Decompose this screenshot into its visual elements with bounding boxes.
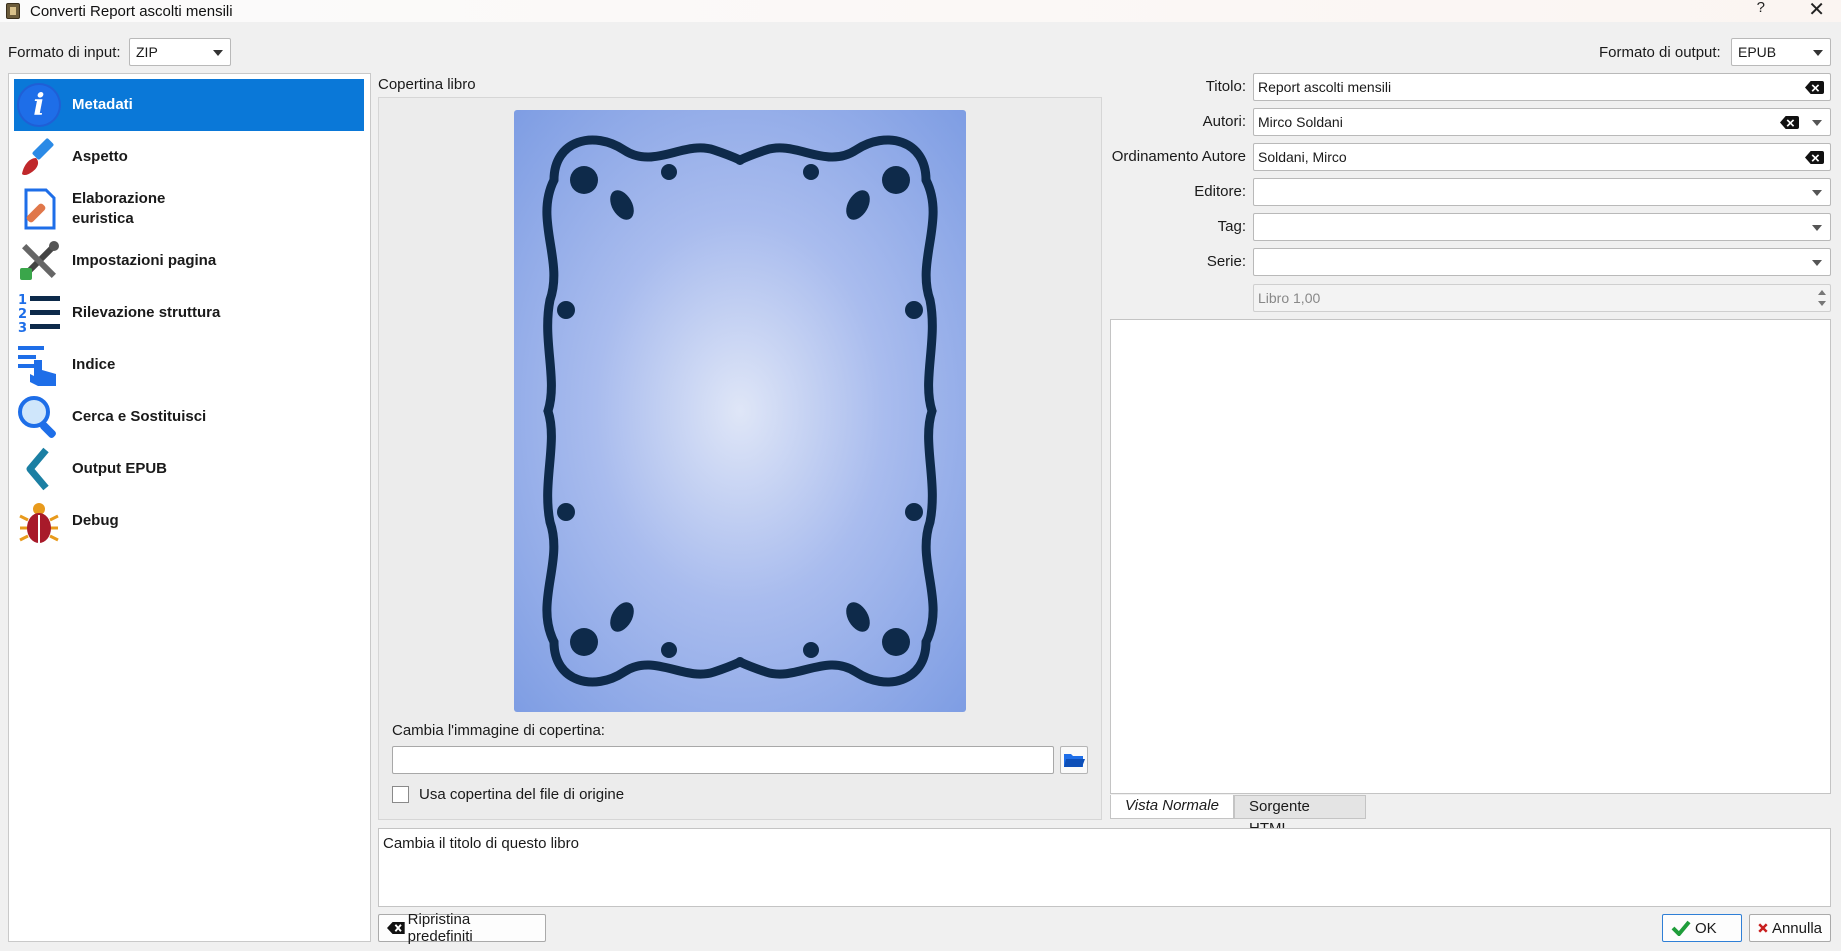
ornamental-frame-icon xyxy=(542,135,938,687)
bug-icon xyxy=(14,496,64,546)
spin-down-icon[interactable] xyxy=(1818,301,1826,306)
close-window-button[interactable]: ✕ xyxy=(1808,0,1825,22)
numbered-list-icon: 123 xyxy=(14,288,64,338)
heuristics-icon xyxy=(14,184,64,234)
sidebar-item-label: Elaborazione euristica xyxy=(72,190,166,227)
sidebar-item-label: Indice xyxy=(72,356,116,373)
cancel-button[interactable]: Annulla xyxy=(1749,914,1831,942)
use-source-cover-row[interactable]: Usa copertina del file di origine xyxy=(392,786,624,803)
tags-label: Tag: xyxy=(1217,218,1246,235)
authors-value: Mirco Soldani xyxy=(1258,114,1343,130)
chevron-down-icon[interactable] xyxy=(1812,190,1822,196)
author-sort-value: Soldani, Mirco xyxy=(1258,149,1347,165)
check-icon xyxy=(1671,920,1691,936)
tags-field[interactable] xyxy=(1253,213,1831,241)
tab-label: Vista Normale xyxy=(1125,797,1219,814)
series-index-value: Libro 1,00 xyxy=(1258,290,1321,306)
clear-authors-icon[interactable] xyxy=(1780,116,1799,129)
series-index-spinbox[interactable]: Libro 1,00 xyxy=(1253,284,1831,312)
svg-text:2: 2 xyxy=(18,307,27,322)
restore-defaults-button[interactable]: Ripristina predefiniti xyxy=(378,911,546,945)
sidebar-item-debug[interactable]: Debug xyxy=(14,495,364,547)
cover-image[interactable] xyxy=(514,110,966,712)
title-value: Report ascolti mensili xyxy=(1258,79,1392,95)
sidebar-item-aspetto[interactable]: Aspetto xyxy=(14,131,364,183)
sidebar: i Metadati Aspetto Elaborazione euristic… xyxy=(8,73,371,942)
sidebar-item-label: Debug xyxy=(72,512,119,529)
restore-defaults-label: Ripristina predefiniti xyxy=(407,911,473,945)
search-icon xyxy=(14,392,64,442)
output-format-value: EPUB xyxy=(1738,44,1777,60)
use-source-cover-label: Usa copertina del file di origine xyxy=(419,786,625,803)
output-format-select[interactable]: EPUB xyxy=(1731,38,1831,66)
publisher-field[interactable] xyxy=(1253,178,1831,206)
sidebar-item-cerca-sostituisci[interactable]: Cerca e Sostituisci xyxy=(14,391,364,443)
clear-icon xyxy=(387,921,405,935)
input-format-label: Formato di input: xyxy=(8,44,121,61)
browse-cover-button[interactable] xyxy=(1060,746,1088,774)
series-field[interactable] xyxy=(1253,248,1831,276)
svg-text:i: i xyxy=(33,88,44,123)
tab-sorgente-html[interactable]: Sorgente HTML xyxy=(1234,795,1366,837)
sidebar-item-output-epub[interactable]: Output EPUB xyxy=(14,443,364,495)
help-message: Cambia il titolo di questo libro xyxy=(378,828,1831,907)
author-sort-field[interactable]: Soldani, Mirco xyxy=(1253,143,1831,171)
info-icon: i xyxy=(14,80,64,130)
help-button[interactable]: ? xyxy=(1757,0,1765,16)
chevron-down-icon[interactable] xyxy=(1812,225,1822,231)
clear-title-icon[interactable] xyxy=(1805,81,1824,94)
cancel-label: Annulla xyxy=(1771,919,1822,937)
author-sort-label: Ordinamento Autore xyxy=(1111,148,1246,165)
sidebar-item-label: Impostazioni pagina xyxy=(72,252,217,269)
chevron-down-icon[interactable] xyxy=(1812,120,1822,126)
toc-icon xyxy=(14,340,64,390)
use-source-cover-checkbox[interactable] xyxy=(392,786,409,803)
cover-path-input[interactable] xyxy=(392,746,1054,774)
svg-text:3: 3 xyxy=(18,321,27,336)
output-format-label: Formato di output: xyxy=(1599,44,1721,61)
sidebar-item-label: Rilevazione struttura xyxy=(72,304,221,321)
publisher-label: Editore: xyxy=(1194,183,1246,200)
authors-field[interactable]: Mirco Soldani xyxy=(1253,108,1831,136)
sidebar-item-rilevazione-struttura[interactable]: 123 Rilevazione struttura xyxy=(14,287,364,339)
ok-label: OK xyxy=(1695,919,1717,937)
chevron-down-icon xyxy=(1813,50,1823,56)
cover-group-label: Copertina libro xyxy=(378,76,476,93)
sidebar-item-elaborazione-euristica[interactable]: Elaborazione euristica xyxy=(14,183,364,235)
chevron-down-icon xyxy=(213,50,223,56)
series-label: Serie: xyxy=(1206,253,1246,270)
title-bar: Converti Report ascolti mensili ? ✕ xyxy=(0,0,1841,22)
title-label: Titolo: xyxy=(1205,78,1246,95)
clear-author-sort-icon[interactable] xyxy=(1805,151,1824,164)
sidebar-item-metadati[interactable]: i Metadati xyxy=(14,79,364,131)
spin-up-icon[interactable] xyxy=(1818,290,1826,295)
tools-icon xyxy=(14,236,64,286)
comments-editor[interactable] xyxy=(1110,319,1831,794)
chevron-left-icon xyxy=(14,444,64,494)
folder-open-icon xyxy=(1064,754,1085,767)
sidebar-item-label: Aspetto xyxy=(72,148,128,165)
input-format-select[interactable]: ZIP xyxy=(129,38,231,66)
authors-label: Autori: xyxy=(1202,113,1246,130)
input-format-value: ZIP xyxy=(136,44,158,60)
chevron-down-icon[interactable] xyxy=(1812,260,1822,266)
brush-icon xyxy=(14,132,64,182)
sidebar-item-indice[interactable]: Indice xyxy=(14,339,364,391)
sidebar-item-label: Cerca e Sostituisci xyxy=(72,408,207,425)
sidebar-item-impostazioni-pagina[interactable]: Impostazioni pagina xyxy=(14,235,364,287)
window-title: Converti Report ascolti mensili xyxy=(30,2,233,20)
ok-button[interactable]: OK xyxy=(1662,914,1742,942)
title-field[interactable]: Report ascolti mensili xyxy=(1253,73,1831,101)
change-cover-label: Cambia l'immagine di copertina: xyxy=(392,722,605,739)
help-message-text: Cambia il titolo di questo libro xyxy=(383,835,579,852)
tab-vista-normale[interactable]: Vista Normale xyxy=(1110,795,1234,819)
app-icon xyxy=(6,3,20,19)
sidebar-item-label: Output EPUB xyxy=(72,460,167,477)
sidebar-item-label: Metadati xyxy=(72,96,133,113)
svg-text:1: 1 xyxy=(18,293,27,308)
cancel-x-icon xyxy=(1758,923,1768,933)
